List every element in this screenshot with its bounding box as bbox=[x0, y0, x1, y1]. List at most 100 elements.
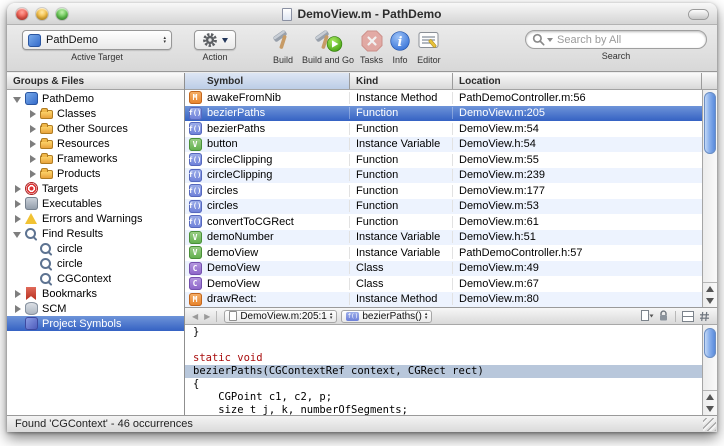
title-bar[interactable]: DemoView.m - PathDemo bbox=[7, 3, 717, 25]
resize-grip[interactable] bbox=[703, 418, 716, 431]
forward-button[interactable]: ▶ bbox=[201, 312, 213, 321]
lock-icon[interactable] bbox=[655, 310, 672, 323]
symbol-row[interactable]: f() convertToCGRect Function DemoView.m:… bbox=[185, 214, 702, 230]
sidebar-item-scm[interactable]: SCM bbox=[7, 301, 184, 316]
table-scrollbar[interactable] bbox=[702, 90, 717, 307]
symbol-row-selected[interactable]: f() bezierPaths Function DemoView.m:205 bbox=[185, 106, 702, 122]
action-button[interactable] bbox=[194, 30, 236, 50]
search-scope-arrow-icon[interactable] bbox=[547, 38, 553, 42]
tasks-button[interactable] bbox=[361, 28, 383, 53]
active-target-popup[interactable]: PathDemo ▴▾ bbox=[22, 30, 172, 50]
sidebar-item-executables[interactable]: Executables bbox=[7, 196, 184, 211]
doc-menu-icon[interactable] bbox=[638, 310, 655, 323]
info-button[interactable]: i bbox=[389, 28, 411, 53]
symbol-row[interactable]: M awakeFromNib Instance Method PathDemoC… bbox=[185, 90, 702, 106]
toolbar: PathDemo ▴▾ Active Target Action bbox=[7, 25, 717, 72]
disclosure-open-icon[interactable] bbox=[12, 228, 23, 239]
counterpart-icon[interactable] bbox=[696, 310, 713, 323]
symbol-row[interactable]: C DemoView Class DemoView.m:49 bbox=[185, 261, 702, 277]
disclosure-closed-icon[interactable] bbox=[27, 123, 38, 134]
disclosure-closed-icon[interactable] bbox=[27, 153, 38, 164]
build-button[interactable] bbox=[270, 28, 296, 53]
symbol-row[interactable]: f() circles Function DemoView.m:177 bbox=[185, 183, 702, 199]
active-target-caption: Active Target bbox=[71, 52, 123, 62]
symbol-row[interactable]: C DemoView Class DemoView.m:67 bbox=[185, 276, 702, 292]
editor-pane: ◀ ▶ DemoView.m:205:1 ▴▾ f() bezierPaths(… bbox=[185, 307, 717, 415]
sidebar-item-project-symbols[interactable]: Project Symbols bbox=[7, 316, 184, 331]
sidebar-item-products[interactable]: Products bbox=[7, 166, 184, 181]
sidebar-item-frameworks[interactable]: Frameworks bbox=[7, 151, 184, 166]
column-header-location[interactable]: Location bbox=[453, 73, 702, 89]
split-editor-icon[interactable] bbox=[679, 310, 696, 323]
search-caption: Search bbox=[602, 51, 631, 61]
symbol-row[interactable]: V demoNumber Instance Variable DemoView.… bbox=[185, 230, 702, 246]
back-button[interactable]: ◀ bbox=[189, 312, 201, 321]
symbol-popup[interactable]: f() bezierPaths() ▴▾ bbox=[341, 310, 432, 323]
symbol-row[interactable]: V demoView Instance Variable PathDemoCon… bbox=[185, 245, 702, 261]
toolbar-collapse-button[interactable] bbox=[689, 10, 708, 19]
sidebar-item-find-cgcontext[interactable]: CGContext bbox=[7, 271, 184, 286]
info-group: i Info bbox=[389, 28, 411, 65]
scroll-up-arrow[interactable] bbox=[703, 391, 717, 403]
svg-text:i: i bbox=[398, 35, 403, 50]
build-and-go-caption: Build and Go bbox=[302, 55, 354, 65]
symbol-row[interactable]: f() circleClipping Function DemoView.m:2… bbox=[185, 168, 702, 184]
symbol-row[interactable]: f() circleClipping Function DemoView.m:5… bbox=[185, 152, 702, 168]
editor-button[interactable] bbox=[417, 28, 440, 53]
sidebar-item-find-circle-2[interactable]: circle bbox=[7, 256, 184, 271]
build-and-go-button[interactable] bbox=[312, 28, 344, 53]
build-group: Build bbox=[270, 28, 296, 65]
scroll-down-arrow[interactable] bbox=[703, 295, 717, 307]
magnifier-icon bbox=[25, 227, 38, 240]
sidebar-item-find-circle-1[interactable]: circle bbox=[7, 241, 184, 256]
sidebar-item-resources[interactable]: Resources bbox=[7, 136, 184, 151]
disclosure-closed-icon[interactable] bbox=[27, 108, 38, 119]
magnifier-icon bbox=[40, 257, 53, 270]
column-header-kind[interactable]: Kind bbox=[350, 73, 453, 89]
target-icon bbox=[25, 182, 38, 195]
folder-icon bbox=[40, 140, 53, 149]
disclosure-closed-icon[interactable] bbox=[12, 288, 23, 299]
disclosure-closed-icon[interactable] bbox=[12, 183, 23, 194]
editor-nav-bar: ◀ ▶ DemoView.m:205:1 ▴▾ f() bezierPaths(… bbox=[185, 308, 717, 325]
popup-arrows-icon: ▴▾ bbox=[425, 312, 428, 320]
symbols-table-header: Symbol Kind Location bbox=[185, 73, 717, 90]
sidebar-item-errors-warnings[interactable]: Errors and Warnings bbox=[7, 211, 184, 226]
search-input[interactable] bbox=[557, 34, 700, 46]
search-field[interactable] bbox=[525, 30, 707, 49]
symbol-row[interactable]: f() circles Function DemoView.m:53 bbox=[185, 199, 702, 215]
code-editor[interactable]: } static void bezierPaths(CGContextRef c… bbox=[185, 325, 717, 415]
disclosure-closed-icon[interactable] bbox=[12, 213, 23, 224]
hammer-icon bbox=[270, 29, 296, 52]
disclosure-closed-icon[interactable] bbox=[27, 168, 38, 179]
sidebar-item-other-sources[interactable]: Other Sources bbox=[7, 121, 184, 136]
groups-files-header[interactable]: Groups & Files bbox=[7, 73, 184, 90]
scroll-up-arrow[interactable] bbox=[703, 283, 717, 295]
disclosure-closed-icon[interactable] bbox=[27, 138, 38, 149]
column-header-symbol[interactable]: Symbol bbox=[185, 73, 350, 89]
symbol-row[interactable]: f() bezierPaths Function DemoView.m:54 bbox=[185, 121, 702, 137]
scrollbar-thumb[interactable] bbox=[704, 92, 716, 154]
search-group: Search bbox=[525, 28, 707, 61]
stop-sign-icon bbox=[361, 30, 383, 52]
file-popup[interactable]: DemoView.m:205:1 ▴▾ bbox=[224, 310, 337, 323]
symbol-row[interactable]: V button Instance Variable DemoView.h:54 bbox=[185, 137, 702, 153]
scrollbar-thumb[interactable] bbox=[704, 328, 716, 358]
variable-icon: V bbox=[189, 246, 202, 259]
editor-scrollbar[interactable] bbox=[702, 325, 717, 415]
scroll-down-arrow[interactable] bbox=[703, 403, 717, 415]
disclosure-closed-icon[interactable] bbox=[12, 198, 23, 209]
sidebar-item-classes[interactable]: Classes bbox=[7, 106, 184, 121]
disclosure-closed-icon[interactable] bbox=[12, 303, 23, 314]
sidebar-item-find-results[interactable]: Find Results bbox=[7, 226, 184, 241]
popup-arrows-icon: ▴▾ bbox=[163, 36, 166, 44]
disclosure-open-icon[interactable] bbox=[12, 93, 23, 104]
project-icon bbox=[28, 34, 41, 47]
sidebar-item-targets[interactable]: Targets bbox=[7, 181, 184, 196]
symbol-row[interactable]: M drawRect: Instance Method DemoView.m:8… bbox=[185, 292, 702, 308]
hammer-go-icon bbox=[312, 29, 344, 53]
instance-method-icon: M bbox=[189, 293, 202, 306]
source-tree: PathDemo Classes Other Sources Resources bbox=[7, 90, 184, 415]
sidebar-item-bookmarks[interactable]: Bookmarks bbox=[7, 286, 184, 301]
sidebar-item-pathdemo[interactable]: PathDemo bbox=[7, 91, 184, 106]
